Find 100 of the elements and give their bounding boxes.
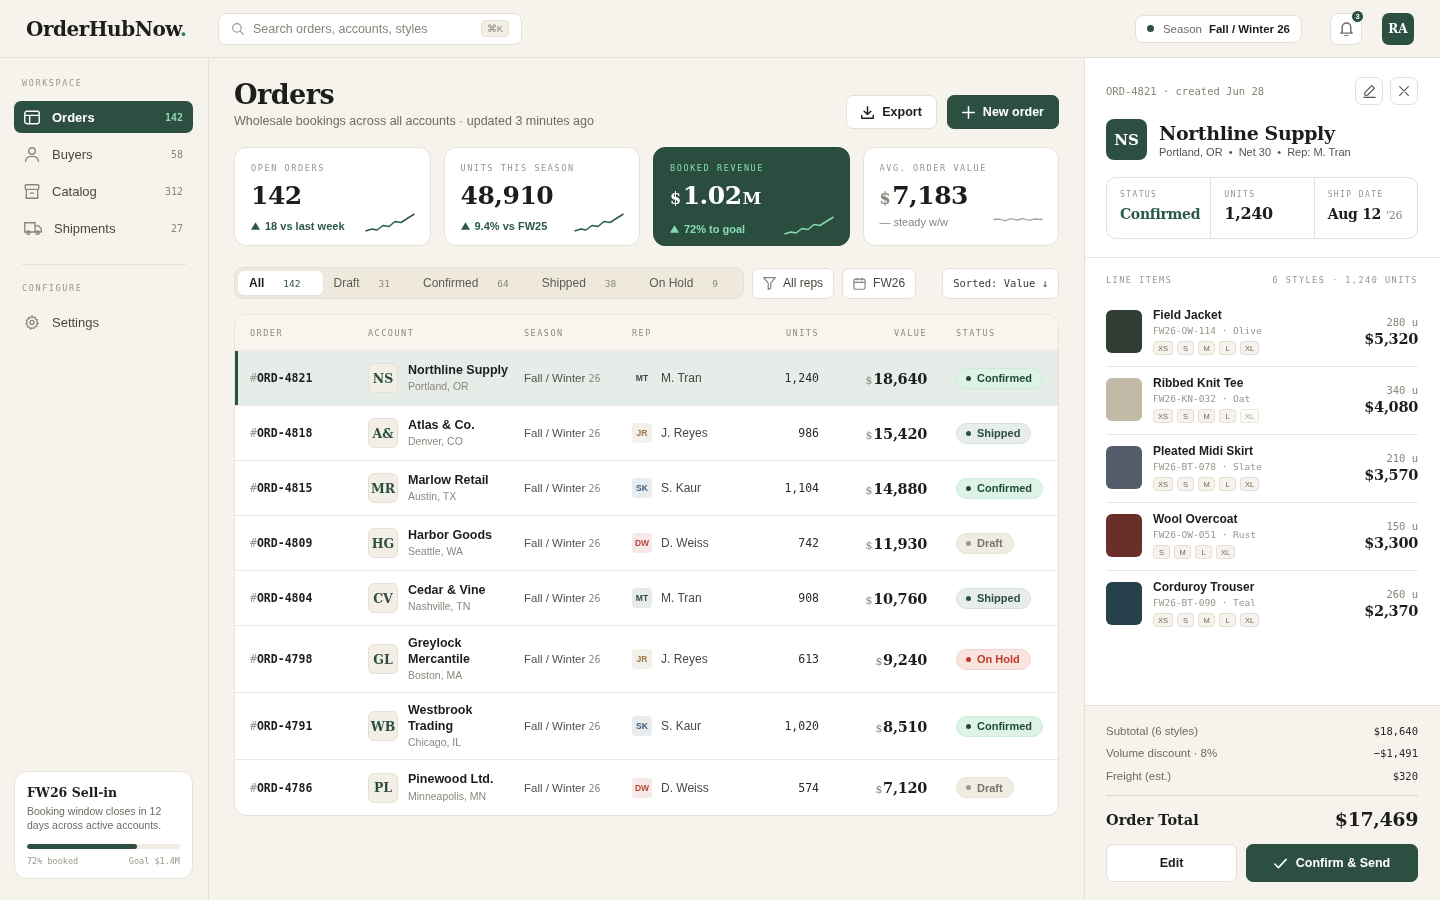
account-name: Westbrook Trading bbox=[408, 703, 474, 734]
units-count: 986 bbox=[798, 426, 819, 440]
rep-name: D. Weiss bbox=[661, 536, 709, 550]
order-status: Draft bbox=[956, 777, 1014, 798]
summary-label: Freight (est.) bbox=[1106, 769, 1172, 782]
table-row[interactable]: #ORD-4798 GL Greylock Mercantile Boston, MA Fall / Winter 26 JR J. Reyes 613 $9,240 On Hold bbox=[235, 626, 1058, 693]
item-code: FW26-OW-051 · Rust bbox=[1153, 529, 1257, 540]
filter-tab[interactable]: Confirmed 64 bbox=[412, 271, 531, 295]
table-row[interactable]: #ORD-4818 A& Atlas & Co. Denver, CO Fall / Winter 26 JR J. Reyes 986 $15,420 Shipped bbox=[235, 406, 1058, 461]
table-icon bbox=[24, 109, 40, 125]
item-units: 280 u bbox=[1386, 316, 1418, 328]
table-row[interactable]: #ORD-4821 NS Northline Supply Portland, OR Fall / Winter 26 MT M. Tran 1,240 $18,640 Confirmed bbox=[235, 351, 1058, 406]
table-row[interactable]: #ORD-4815 MR Marlow Retail Austin, TX Fall / Winter 26 SK S. Kaur 1,104 $14,880 Confirmed bbox=[235, 461, 1058, 516]
close-button[interactable] bbox=[1390, 77, 1418, 105]
season-selector[interactable]: Season Fall / Winter 26 bbox=[1134, 14, 1302, 43]
edit-button[interactable] bbox=[1355, 77, 1383, 105]
table-row[interactable]: #ORD-4791 WB Westbrook Trading Chicago, IL Fall / Winter 26 SK S. Kaur 1,020 $8,510 Confirmed bbox=[235, 693, 1058, 760]
page-title: Orders bbox=[234, 78, 336, 112]
order-id: #ORD-4818 bbox=[250, 426, 313, 440]
table-row[interactable]: #ORD-4786 PL Pinewood Ltd. Minneapolis, MN Fall / Winter 26 DW D. Weiss 574 $7,120 Draft bbox=[235, 760, 1058, 815]
item-total: $3,300 bbox=[1364, 534, 1418, 551]
account-name: Greylock Mercantile bbox=[408, 636, 471, 667]
search-icon bbox=[232, 22, 244, 35]
filter-tab[interactable]: Draft 31 bbox=[322, 271, 412, 295]
season-name: Fall / Winter 26 bbox=[524, 592, 601, 604]
kpi-label: BOOKED REVENUE bbox=[670, 163, 766, 174]
order-reference: ORD-4821 · created Jun 28 bbox=[1106, 85, 1265, 97]
progress-label: 72% booked bbox=[27, 856, 79, 866]
promo-text: Booking window closes in 12 days across active accounts. bbox=[27, 804, 163, 832]
season-name: Fall / Winter 26 bbox=[524, 427, 601, 439]
sparkline bbox=[783, 216, 834, 235]
filter-tab[interactable]: Shipped 38 bbox=[530, 271, 639, 295]
order-status: Confirmed bbox=[956, 715, 1043, 737]
order-id: #ORD-4791 bbox=[250, 719, 313, 733]
order-status: Shipped bbox=[956, 422, 1032, 444]
triangle-up-icon bbox=[670, 225, 679, 233]
item-code: FW26-BT-090 · Teal bbox=[1153, 597, 1257, 608]
nav-item[interactable]: Shipments 27 bbox=[14, 212, 193, 244]
account-initials: PL bbox=[368, 772, 398, 803]
rep-name: J. Reyes bbox=[661, 652, 708, 666]
nav-item[interactable]: Settings bbox=[14, 306, 193, 338]
kpi-label: UNITS THIS SEASON bbox=[460, 163, 576, 174]
order-value: $14,880 bbox=[865, 479, 927, 497]
item-name: Field Jacket bbox=[1153, 308, 1223, 323]
units-count: 613 bbox=[798, 652, 819, 666]
dot-icon bbox=[966, 723, 971, 729]
rep-filter-button[interactable]: All reps bbox=[752, 267, 835, 299]
kpi-change: 9.4% vs FW25 bbox=[474, 220, 548, 232]
item-units: 340 u bbox=[1386, 384, 1418, 396]
order-status: Confirmed bbox=[956, 367, 1043, 389]
season-filter-button[interactable]: FW26 bbox=[842, 267, 917, 299]
order-status: Confirmed bbox=[956, 477, 1043, 499]
edit-order-button[interactable]: Edit bbox=[1106, 844, 1237, 882]
account-location: Seattle, WA bbox=[408, 544, 465, 559]
line-items-summary: 6 STYLES · 1,240 UNITS bbox=[1272, 275, 1418, 285]
account-meta: Portland, OR • Net 30 • Rep: M. Tran bbox=[1159, 146, 1351, 158]
kpi-value: $1.02M bbox=[670, 181, 762, 212]
units-count: 574 bbox=[798, 780, 819, 795]
summary-value: $320 bbox=[1392, 769, 1418, 782]
dot-icon bbox=[1146, 25, 1154, 32]
units-count: 742 bbox=[798, 536, 819, 550]
triangle-up-icon bbox=[460, 222, 470, 230]
summary-label: Subtotal (6 styles) bbox=[1106, 724, 1199, 737]
order-value: $15,420 bbox=[865, 424, 927, 442]
new-order-button[interactable]: New order bbox=[946, 95, 1059, 129]
item-name: Pleated Midi Skirt bbox=[1153, 444, 1255, 459]
stat-value: 1,240 bbox=[1224, 204, 1274, 224]
rep-initials: SK bbox=[632, 716, 652, 736]
account-location: Chicago, IL bbox=[408, 735, 463, 749]
user-avatar[interactable]: RA bbox=[1382, 12, 1414, 45]
table-row[interactable]: #ORD-4809 HG Harbor Goods Seattle, WA Fall / Winter 26 DW D. Weiss 742 $11,930 Draft bbox=[235, 516, 1058, 571]
column-header: ORDER bbox=[250, 327, 284, 338]
archive-icon bbox=[24, 183, 40, 199]
export-button[interactable]: Export bbox=[846, 95, 937, 129]
nav-item[interactable]: Orders 142 bbox=[14, 101, 193, 133]
order-value: $9,240 bbox=[875, 650, 927, 668]
check-icon bbox=[1273, 856, 1287, 870]
dot-icon bbox=[966, 430, 971, 436]
sort-button[interactable]: Sorted: Value ↓ bbox=[942, 267, 1059, 299]
table-row[interactable]: #ORD-4804 CV Cedar & Vine Nashville, TN Fall / Winter 26 MT M. Tran 908 $10,760 Shipped bbox=[235, 571, 1058, 626]
close-icon bbox=[1399, 86, 1409, 96]
confirm-send-button[interactable]: Confirm & Send bbox=[1246, 844, 1418, 882]
stat-label: UNITS bbox=[1224, 190, 1257, 199]
rep-initials: DW bbox=[632, 777, 652, 798]
stat-label: STATUS bbox=[1120, 190, 1159, 199]
column-header: STATUS bbox=[956, 327, 996, 338]
filter-tab[interactable]: All 142 bbox=[238, 271, 323, 295]
account-location: Nashville, TN bbox=[408, 599, 472, 614]
kpi-label: OPEN ORDERS bbox=[251, 163, 326, 174]
season-name: Fall / Winter 26 bbox=[524, 537, 601, 549]
rep-name: S. Kaur bbox=[661, 481, 702, 495]
item-units: 150 u bbox=[1386, 520, 1418, 532]
nav-item[interactable]: Catalog 312 bbox=[14, 175, 193, 207]
nav-item[interactable]: Buyers 58 bbox=[14, 138, 193, 170]
units-count: 1,020 bbox=[784, 719, 819, 733]
order-status: On Hold bbox=[956, 648, 1031, 670]
item-code: FW26-KN-032 · Oat bbox=[1153, 393, 1252, 404]
filter-tab[interactable]: On Hold 9 bbox=[638, 271, 741, 295]
account-location: Austin, TX bbox=[408, 489, 458, 504]
summary-label: Volume discount · 8% bbox=[1106, 747, 1218, 760]
